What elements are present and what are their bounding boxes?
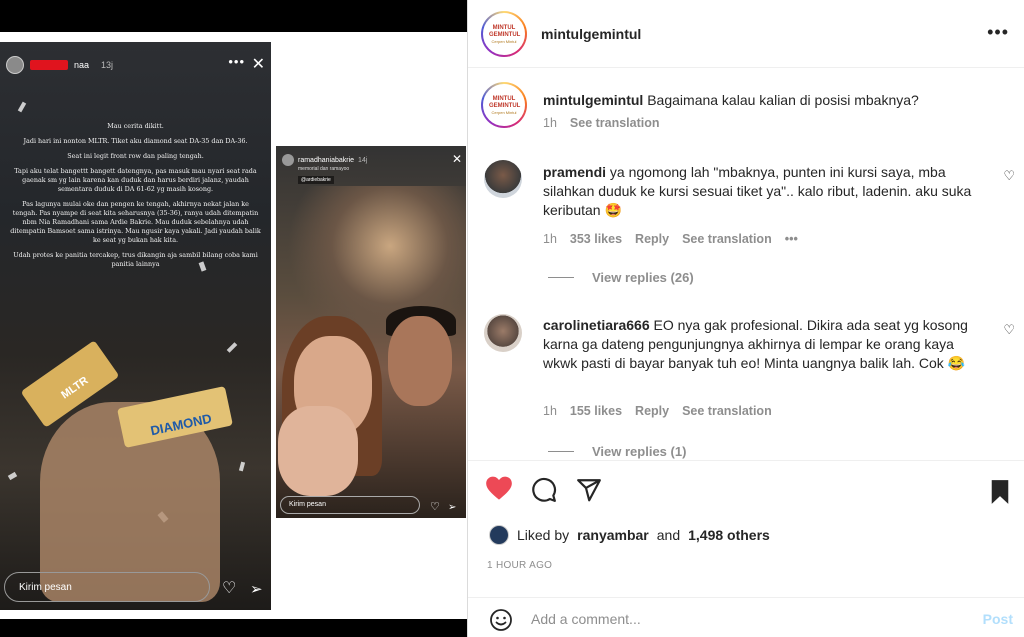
paper-plane-icon[interactable]: [576, 477, 602, 508]
comment-meta: 1h 155 likes Reply See translation: [543, 404, 772, 418]
author-avatar[interactable]: MINTUL GEMINTUL Cerpen Mintul: [481, 82, 527, 128]
heart-outline-icon: ♡: [222, 580, 237, 597]
story-paragraph: Mau cerita dikitt.: [107, 122, 164, 130]
view-replies-label: View replies (1): [592, 444, 687, 459]
redaction-bar: [30, 60, 68, 70]
post-sidebar: MINTUL GEMINTUL Cerpen Mintul mintulgemi…: [467, 0, 1024, 637]
heart-outline-icon[interactable]: ♡: [1003, 322, 1015, 338]
media-top-bar: [0, 0, 467, 32]
comment-options-icon[interactable]: •••: [785, 232, 798, 246]
hand-image: [278, 406, 358, 496]
story-time: 13j: [101, 60, 114, 70]
story-paragraph: Udah protes ke panitia tercakep, trus di…: [13, 251, 258, 268]
avatar: [6, 56, 24, 74]
story-paragraph: Pas lagunya mulai oke dan pengen ke teng…: [10, 200, 261, 244]
comment-time[interactable]: 1h: [543, 232, 557, 246]
post-header: MINTUL GEMINTUL Cerpen Mintul mintulgemi…: [468, 0, 1024, 68]
logo-text: MINTUL GEMINTUL: [489, 95, 521, 109]
story-subtitle: memorial dan ramayoo: [298, 166, 350, 172]
others-count[interactable]: 1,498 others: [688, 527, 770, 543]
heart-filled-icon[interactable]: [485, 475, 513, 506]
comment-bubble-icon[interactable]: [531, 477, 557, 508]
comment-likes[interactable]: 155 likes: [570, 404, 622, 418]
liker-username[interactable]: ranyambar: [577, 527, 649, 543]
story-header: naa 13j: [6, 56, 113, 74]
liked-by-label: Liked by: [517, 527, 570, 543]
post-actions: Liked by ranyambar and 1,498 others 1 HO…: [468, 460, 1024, 610]
caption-username[interactable]: mintulgemintul: [543, 92, 643, 108]
view-replies-button[interactable]: View replies (1): [548, 444, 686, 459]
story-tag: @ardiebakrie: [298, 176, 334, 184]
ellipsis-icon[interactable]: •••: [987, 22, 1009, 43]
story-screenshot-right: ramadhaniabakrie 14j memorial dan ramayo…: [276, 146, 466, 518]
paper-plane-icon: ➢: [250, 581, 263, 598]
story-paragraph: Tapi aku telat bangettt bangett datengny…: [14, 167, 257, 193]
story-screenshot-left: naa 13j ••• ✕ Mau cerita dikitt. Jadi ha…: [0, 42, 271, 610]
story-username: naa: [74, 60, 90, 70]
ellipsis-icon: •••: [228, 54, 245, 69]
post-comment-button[interactable]: Post: [983, 611, 1013, 627]
story-reply-field: Kirim pesan: [4, 572, 210, 602]
see-translation-button[interactable]: See translation: [570, 116, 660, 130]
comment-time[interactable]: 1h: [543, 404, 557, 418]
bookmark-filled-icon[interactable]: [989, 479, 1011, 510]
view-replies-button[interactable]: View replies (26): [548, 270, 694, 285]
comment-username[interactable]: carolinetiara666: [543, 317, 650, 333]
view-replies-label: View replies (26): [592, 270, 694, 285]
confetti: [7, 471, 18, 481]
story-username: ramadhaniabakrie: [298, 156, 355, 164]
paper-plane-icon: ➢: [448, 502, 457, 513]
author-username[interactable]: mintulgemintul: [541, 26, 641, 42]
story-time: 14j: [358, 156, 368, 164]
post-timestamp[interactable]: 1 HOUR AGO: [487, 560, 552, 571]
story-reply-field: Kirim pesan: [280, 496, 420, 514]
caption-meta: 1h See translation: [543, 116, 660, 130]
story-header: ramadhaniabakrie 14j: [282, 154, 367, 166]
caption-text: Bagaimana kalau kalian di posisi mbaknya…: [647, 92, 919, 108]
confetti: [238, 461, 246, 472]
likes-summary: Liked by ranyambar and 1,498 others: [489, 525, 770, 545]
story-paragraph: Jadi hari ini nonton MLTR. Tiket aku dia…: [23, 137, 248, 145]
person-face: [388, 316, 452, 406]
caption-time[interactable]: 1h: [543, 116, 557, 130]
close-icon: ✕: [251, 56, 265, 73]
divider-line: [548, 277, 574, 278]
post-media[interactable]: naa 13j ••• ✕ Mau cerita dikitt. Jadi ha…: [0, 0, 467, 637]
author-avatar[interactable]: MINTUL GEMINTUL Cerpen Mintul: [481, 11, 527, 57]
logo-text: MINTUL GEMINTUL: [489, 24, 521, 38]
commenter-avatar[interactable]: [484, 160, 522, 198]
and-label: and: [656, 527, 681, 543]
liker-avatar[interactable]: [489, 525, 509, 545]
confetti: [17, 101, 27, 113]
comment-input[interactable]: [531, 608, 951, 630]
comment-meta: 1h 353 likes Reply See translation •••: [543, 232, 798, 246]
comment-text: ya ngomong lah "mbaknya, punten ini kurs…: [543, 164, 972, 218]
caption-body: mintulgemintul Bagaimana kalau kalian di…: [543, 91, 973, 110]
reply-button[interactable]: Reply: [635, 232, 669, 246]
heart-outline-icon: ♡: [430, 501, 440, 513]
story-text: Mau cerita dikitt. Jadi hari ini nonton …: [10, 122, 261, 275]
reply-button[interactable]: Reply: [635, 404, 669, 418]
see-translation-button[interactable]: See translation: [682, 404, 772, 418]
see-translation-button[interactable]: See translation: [682, 232, 772, 246]
story-paragraph: Seat ini legit front row dan paling teng…: [67, 152, 204, 160]
add-comment-bar: Post: [468, 597, 1024, 637]
commenter-avatar[interactable]: [484, 314, 522, 352]
media-bottom-bar: [0, 619, 467, 637]
avatar: [282, 154, 294, 166]
close-icon: ✕: [451, 152, 462, 166]
logo-subtext: Cerpen Mintul: [491, 109, 517, 115]
comment-username[interactable]: pramendi: [543, 164, 606, 180]
comments-list[interactable]: MINTUL GEMINTUL Cerpen Mintul mintulgemi…: [468, 68, 1024, 460]
comment-body: pramendi ya ngomong lah "mbaknya, punten…: [543, 163, 973, 220]
comment-body: carolinetiara666 EO nya gak profesional.…: [543, 316, 973, 373]
heart-outline-icon[interactable]: ♡: [1003, 168, 1015, 184]
comment-likes[interactable]: 353 likes: [570, 232, 622, 246]
confetti: [226, 342, 238, 353]
divider-line: [548, 451, 574, 452]
logo-subtext: Cerpen Mintul: [491, 38, 517, 44]
smiley-icon[interactable]: [489, 608, 513, 637]
